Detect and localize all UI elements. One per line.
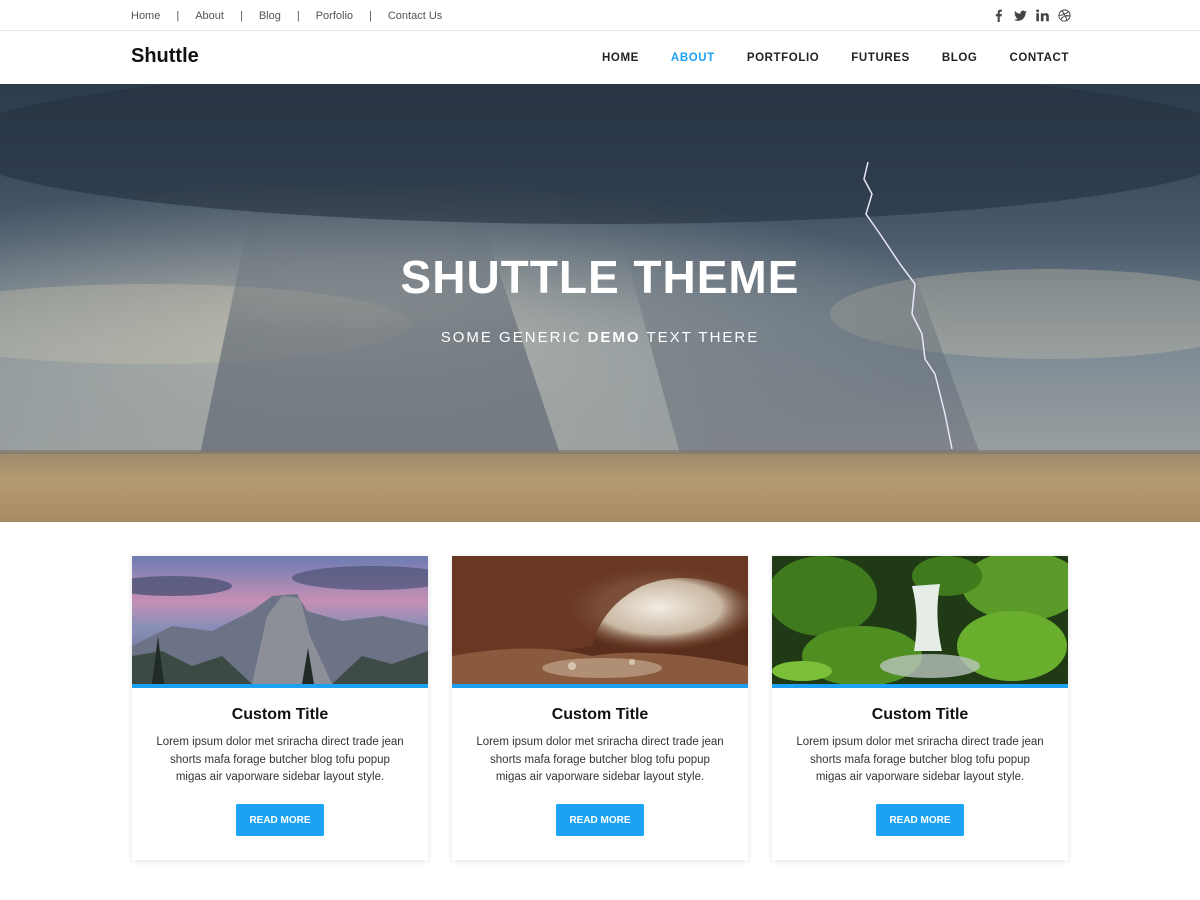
- card-image-cave: [452, 556, 748, 684]
- card-text: Lorem ipsum dolor met sriracha direct tr…: [156, 736, 404, 783]
- nav-item-contact[interactable]: CONTACT: [1009, 52, 1069, 64]
- top-link-portfolio[interactable]: Porfolio: [316, 10, 353, 22]
- card-image-mountains: [132, 556, 428, 684]
- top-links: Home | About | Blog | Porfolio | Contact…: [131, 0, 442, 31]
- hero-subtitle-bold: DEMO: [587, 329, 641, 346]
- main-menu: HOME ABOUT PORTFOLIO FUTURES BLOG CONTAC…: [602, 32, 1069, 84]
- feature-card: Custom Title Lorem ipsum dolor met srira…: [772, 556, 1068, 860]
- top-link-home[interactable]: Home: [131, 10, 160, 22]
- site-logo[interactable]: Shuttle: [131, 45, 199, 68]
- nav-item-futures[interactable]: FUTURES: [851, 52, 910, 64]
- social-links: [991, 7, 1071, 23]
- nav-item-home[interactable]: HOME: [602, 52, 639, 64]
- nav-item-blog[interactable]: BLOG: [942, 52, 978, 64]
- separator: |: [176, 9, 180, 22]
- read-more-button[interactable]: READ MORE: [876, 804, 964, 836]
- separator: |: [296, 9, 300, 22]
- top-link-blog[interactable]: Blog: [259, 10, 281, 22]
- hero-banner: SHUTTLE THEME SOME GENERIC DEMO TEXT THE…: [0, 84, 1200, 522]
- hero-subtitle-part: SOME GENERIC: [440, 329, 588, 346]
- main-navbar: Shuttle HOME ABOUT PORTFOLIO FUTURES BLO…: [0, 32, 1200, 84]
- card-accent-bar: [452, 684, 748, 688]
- card-image-waterfall: [772, 556, 1068, 684]
- top-bar: Home | About | Blog | Porfolio | Contact…: [0, 0, 1200, 31]
- card-text: Lorem ipsum dolor met sriracha direct tr…: [476, 736, 724, 783]
- hero-title: SHUTTLE THEME: [400, 251, 800, 303]
- linkedin-icon[interactable]: [1035, 7, 1049, 23]
- separator: |: [369, 9, 372, 22]
- card-accent-bar: [772, 684, 1068, 688]
- read-more-button[interactable]: READ MORE: [556, 804, 644, 836]
- hero-subtitle: SOME GENERIC DEMO TEXT THERE: [0, 329, 1200, 346]
- feature-card: Custom Title Lorem ipsum dolor met srira…: [132, 556, 428, 860]
- dribbble-icon[interactable]: [1057, 7, 1071, 23]
- read-more-button[interactable]: READ MORE: [236, 804, 324, 836]
- top-link-contact[interactable]: Contact Us: [388, 10, 442, 22]
- nav-item-portfolio[interactable]: PORTFOLIO: [747, 52, 819, 64]
- feature-card: Custom Title Lorem ipsum dolor met srira…: [452, 556, 748, 860]
- hero-subtitle-part: TEXT THERE: [640, 329, 760, 346]
- card-text: Lorem ipsum dolor met sriracha direct tr…: [796, 736, 1044, 783]
- card-accent-bar: [132, 684, 428, 688]
- facebook-icon[interactable]: [991, 7, 1005, 23]
- top-link-about[interactable]: About: [195, 10, 224, 22]
- twitter-icon[interactable]: [1013, 7, 1027, 23]
- card-title: Custom Title: [871, 706, 969, 723]
- card-title: Custom Title: [551, 706, 649, 723]
- card-title: Custom Title: [231, 706, 329, 723]
- nav-item-about[interactable]: ABOUT: [671, 52, 715, 64]
- separator: |: [239, 9, 243, 22]
